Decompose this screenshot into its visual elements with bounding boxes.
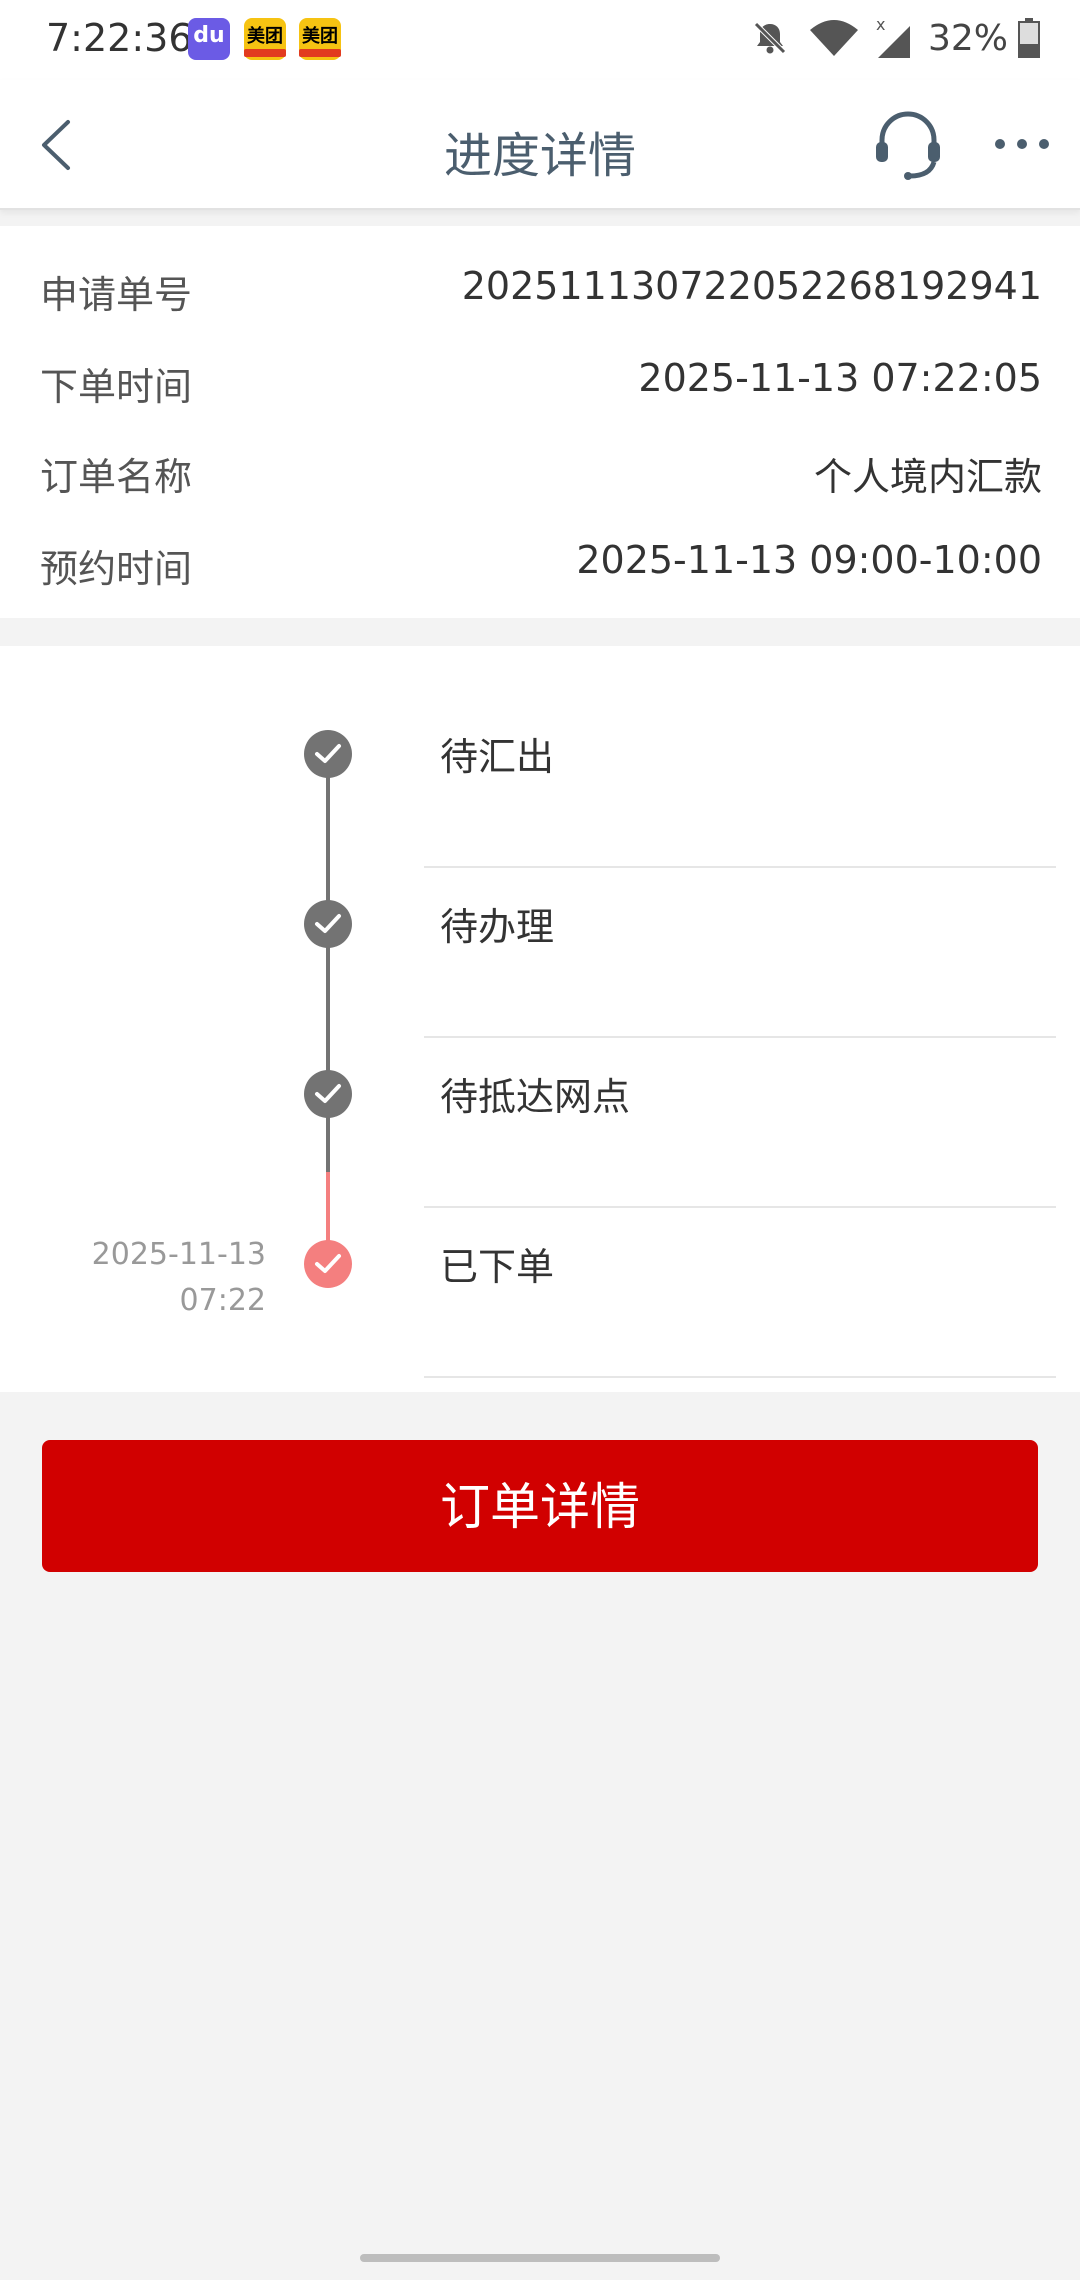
meituan-app-icon: 美团	[299, 18, 341, 60]
status-time: 7:22:36	[46, 16, 193, 60]
info-label: 预约时间	[40, 547, 193, 591]
info-value: 202511130722052268192941	[461, 264, 1042, 308]
info-row-appointment-time: 预约时间 2025-11-13 09:00-10:00	[0, 518, 1080, 598]
battery-percent: 32%	[927, 17, 1008, 59]
step-check-icon	[304, 730, 352, 778]
timeline-step-label: 待抵达网点	[440, 1075, 631, 1119]
divider	[424, 1376, 1056, 1378]
step-time: 07:22	[179, 1283, 266, 1318]
info-row-application-number: 申请单号 202511130722052268192941	[0, 244, 1080, 324]
gesture-bar[interactable]	[360, 2254, 720, 2262]
progress-timeline: 待汇出 待办理 待抵达网点 2025-11-13 07:22 已下单	[0, 646, 1080, 1392]
timeline-step-label: 待汇出	[440, 735, 555, 779]
battery-icon	[1018, 18, 1040, 58]
info-value: 个人境内汇款	[813, 455, 1042, 499]
svg-text:x: x	[876, 16, 885, 34]
info-label: 申请单号	[40, 273, 193, 317]
info-value: 2025-11-13 07:22:05	[638, 356, 1042, 400]
timeline-step-label: 待办理	[440, 905, 555, 949]
info-label: 订单名称	[40, 455, 193, 499]
step-date: 2025-11-13	[91, 1237, 266, 1272]
info-row-order-time: 下单时间 2025-11-13 07:22:05	[0, 336, 1080, 416]
bell-muted-icon	[754, 22, 786, 54]
customer-service-button[interactable]	[870, 106, 946, 182]
meituan-app-icon: 美团	[244, 18, 286, 60]
step-check-icon	[304, 900, 352, 948]
step-current-check-icon	[304, 1240, 352, 1288]
order-detail-button[interactable]: 订单详情	[42, 1440, 1038, 1572]
baidu-app-icon: du	[188, 18, 230, 60]
headset-icon	[876, 111, 940, 180]
signal-icon: x	[876, 16, 910, 58]
divider	[424, 1036, 1056, 1038]
app-header: 进度详情	[0, 80, 1080, 210]
more-button[interactable]	[992, 124, 1052, 164]
info-label: 下单时间	[40, 365, 193, 409]
divider	[424, 866, 1056, 868]
status-bar: 7:22:36 du 美团 美团 x 32%	[0, 0, 1080, 80]
divider	[424, 1206, 1056, 1208]
order-info-card: 申请单号 202511130722052268192941 下单时间 2025-…	[0, 226, 1080, 618]
wifi-icon	[809, 20, 858, 56]
timeline-line-current	[326, 1172, 330, 1244]
timeline-step-label: 已下单	[440, 1245, 555, 1289]
info-row-order-name: 订单名称 个人境内汇款	[0, 426, 1080, 506]
more-dots-icon	[995, 139, 1049, 149]
step-check-icon	[304, 1070, 352, 1118]
info-value: 2025-11-13 09:00-10:00	[576, 538, 1042, 582]
status-indicators: x 32%	[750, 16, 1040, 60]
